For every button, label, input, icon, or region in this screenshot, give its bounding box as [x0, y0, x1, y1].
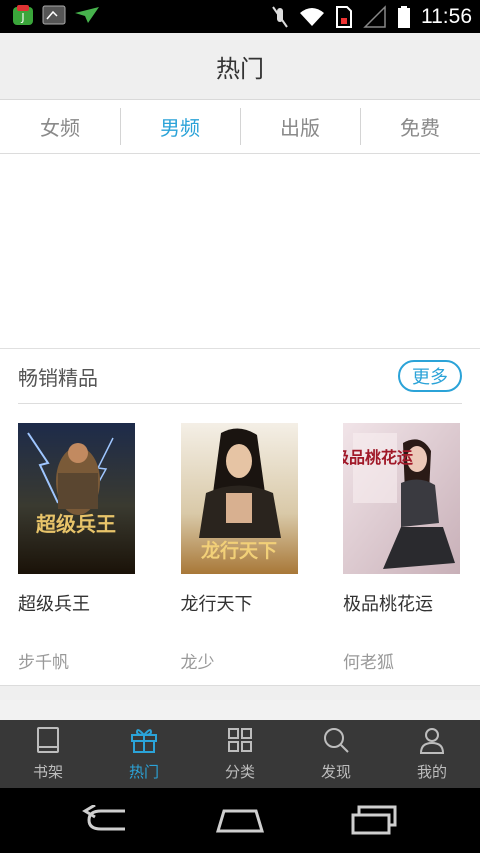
nav-hot[interactable]: 热门: [96, 720, 192, 788]
wifi-icon: [299, 6, 325, 28]
section-divider: [0, 686, 480, 700]
tab-label: 男频: [160, 116, 200, 140]
more-label: 更多: [412, 367, 448, 388]
home-icon: [214, 805, 266, 839]
cover-text: 龙行天下: [200, 539, 276, 562]
tab-label: 出版: [280, 116, 320, 140]
tab-publish[interactable]: 出版: [240, 100, 360, 153]
screen-icon: [42, 4, 66, 26]
user-icon: [418, 726, 446, 758]
back-button[interactable]: [76, 802, 136, 842]
book-cover[interactable]: 超级兵王: [18, 423, 135, 574]
book-list: 超级兵王 超级兵王 步千帆 龙行天下 龙行天下 龙少 品桃花运 极品桃花运 何老…: [0, 404, 480, 673]
section-header: 畅销精品 更多: [18, 349, 462, 404]
book-title: 龙行天下: [180, 594, 253, 615]
app-icon: J: [12, 4, 34, 26]
nav-label: 书架: [32, 763, 63, 781]
cover-text: 超级兵王: [35, 512, 116, 536]
section-title: 畅销精品: [18, 365, 98, 390]
category-tabs: 女频 男频 出版 免费: [0, 100, 480, 154]
tab-label: 女频: [40, 116, 80, 140]
home-button[interactable]: [210, 802, 270, 842]
tab-female[interactable]: 女频: [0, 100, 120, 153]
nav-category[interactable]: 分类: [192, 720, 288, 788]
status-time: 11:56: [421, 4, 472, 28]
book-item[interactable]: 龙行天下 龙行天下 龙少: [180, 423, 298, 673]
nav-label: 我的: [416, 763, 447, 781]
book-author: 龙少: [180, 653, 215, 673]
nav-profile[interactable]: 我的: [384, 720, 480, 788]
nav-label: 发现: [320, 763, 351, 781]
book-icon: [35, 726, 61, 758]
nav-bookshelf[interactable]: 书架: [0, 720, 96, 788]
bottom-tab-bar: 书架 热门 分类 发现 我的: [0, 720, 480, 788]
signal-icon: [363, 4, 387, 29]
search-icon: [322, 726, 350, 758]
page-title: 热门: [216, 54, 264, 83]
nav-label: 分类: [224, 763, 255, 781]
recents-button[interactable]: [344, 802, 404, 842]
tab-label: 免费: [400, 116, 440, 140]
recents-icon: [349, 805, 399, 839]
grid-icon: [226, 726, 254, 758]
status-bar: J 11:56: [0, 0, 480, 33]
system-nav-bar: [0, 788, 480, 853]
book-title: 超级兵王: [18, 594, 90, 615]
title-bar: 热门: [0, 33, 480, 100]
banner-area[interactable]: [0, 154, 480, 349]
svg-text:J: J: [20, 11, 24, 24]
cover-text: 极品桃花运: [343, 448, 413, 467]
more-button[interactable]: 更多: [398, 360, 462, 392]
tab-male[interactable]: 男频: [120, 100, 240, 153]
battery-icon: [397, 5, 411, 29]
book-cover[interactable]: 极品桃花运: [343, 423, 460, 574]
gift-icon: [129, 726, 159, 758]
app-screen: 热门 女频 男频 出版 免费 畅销精品 更多 超级兵王 超级兵王 步千帆 龙行天…: [0, 33, 480, 788]
book-author: 步千帆: [18, 653, 69, 673]
book-item[interactable]: 超级兵王 超级兵王 步千帆: [18, 423, 135, 673]
mute-icon: [271, 5, 289, 29]
bestseller-section: 畅销精品 更多 超级兵王 超级兵王 步千帆 龙行天下 龙行天下 龙少 品桃花运 …: [0, 349, 480, 686]
tab-free[interactable]: 免费: [360, 100, 480, 153]
book-cover[interactable]: 龙行天下: [180, 423, 298, 574]
nav-label: 热门: [128, 763, 159, 781]
sim-icon: [335, 5, 353, 29]
book-item[interactable]: 极品桃花运 极品桃花运 何老狐: [343, 423, 460, 673]
nav-discover[interactable]: 发现: [288, 720, 384, 788]
paper-plane-icon: [74, 5, 100, 25]
back-icon: [81, 803, 131, 839]
book-author: 何老狐: [343, 653, 394, 673]
book-title: 极品桃花运: [343, 594, 433, 615]
